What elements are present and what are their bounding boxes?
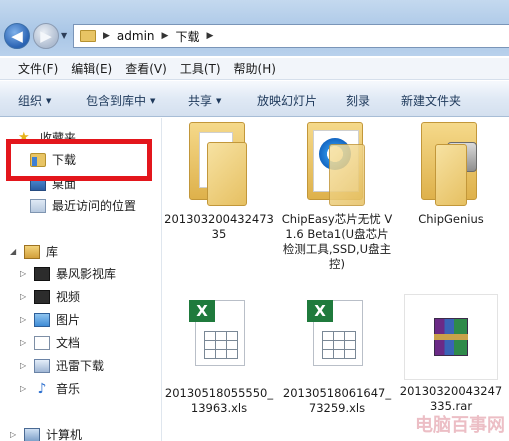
sidebar-item-label: 暴风影视库 — [56, 267, 117, 281]
dropdown-arrow-icon: ▼ — [46, 96, 52, 105]
sidebar-item-computer[interactable]: ▷ 计算机 — [10, 426, 82, 441]
command-bar: 组织 ▼ 包含到库中 ▼ 共享 ▼ 放映幻灯片 刻录 新建文件夹 — [0, 81, 509, 117]
share-button[interactable]: 共享 ▼ — [188, 92, 221, 109]
sidebar-item-label: 计算机 — [46, 428, 83, 441]
sidebar-item-thunder-downloads[interactable]: ▷ 迅雷下载 — [20, 357, 104, 374]
file-name: 20130320043247335 — [164, 212, 274, 241]
expand-arrow-icon[interactable]: ▷ — [20, 292, 30, 301]
include-library-button[interactable]: 包含到库中 ▼ — [86, 92, 155, 109]
computer-icon — [24, 427, 40, 441]
excel-x-icon: X — [307, 300, 333, 322]
menu-help[interactable]: 帮助(H) — [234, 60, 276, 77]
file-item[interactable]: 20130320043247335 — [163, 122, 275, 242]
excel-x-icon: X — [189, 300, 215, 322]
library-header-label: 库 — [46, 245, 59, 259]
organize-label: 组织 — [18, 94, 43, 108]
sidebar-item-recent-places[interactable]: 最近访问的位置 — [30, 197, 136, 214]
file-name: 20130518061647_73259.xls — [282, 386, 392, 415]
breadcrumb-admin[interactable]: admin — [117, 29, 155, 43]
ie-folder-icon — [307, 122, 367, 208]
documents-icon — [34, 335, 50, 350]
rar-archive-icon — [404, 294, 498, 380]
dropdown-arrow-icon: ▼ — [150, 96, 156, 105]
video-library-icon — [34, 266, 50, 281]
usb-folder-icon — [421, 122, 481, 208]
file-item[interactable]: ChipEasy芯片无忧 V1.6 Beta1(U盘芯片检测工具,SSD,U盘主… — [281, 122, 393, 272]
forward-button[interactable]: ▶ — [33, 23, 59, 49]
highlight-box — [6, 139, 152, 181]
sidebar-item-videos[interactable]: ▷ 视频 — [20, 288, 80, 305]
sidebar-item-baofeng[interactable]: ▷ 暴风影视库 — [20, 265, 116, 282]
forward-arrow-icon: ▶ — [40, 27, 52, 45]
file-name: ChipEasy芯片无忧 V1.6 Beta1(U盘芯片检测工具,SSD,U盘主… — [281, 212, 393, 271]
breadcrumb-downloads[interactable]: 下载 — [175, 28, 199, 45]
expand-arrow-icon[interactable]: ▷ — [20, 315, 30, 324]
file-name: 20130518055550_13963.xls — [164, 386, 274, 415]
file-item[interactable]: 20130320043247335.rar — [399, 294, 503, 414]
menu-edit[interactable]: 编辑(E) — [71, 60, 112, 77]
chevron-right-icon[interactable]: ▶ — [206, 31, 213, 41]
expand-arrow-icon[interactable]: ▷ — [20, 361, 30, 370]
title-bar: ◀ ▶ ▼ ▶ admin ▶ 下载 ▶ — [0, 0, 509, 56]
folder-icon — [189, 122, 249, 208]
file-item[interactable]: X 20130518055550_13963.xls — [163, 296, 275, 416]
sidebar-item-label: 图片 — [56, 313, 81, 327]
expand-arrow-icon[interactable]: ▷ — [20, 338, 30, 347]
burn-label: 刻录 — [346, 94, 371, 108]
video-icon — [34, 289, 50, 304]
excel-file-icon: X — [189, 296, 249, 382]
file-name: 20130320043247335.rar — [399, 384, 503, 413]
new-folder-button[interactable]: 新建文件夹 — [401, 92, 461, 109]
sidebar-item-label: 音乐 — [56, 382, 81, 396]
excel-file-icon: X — [307, 296, 367, 382]
expand-arrow-icon[interactable]: ▷ — [20, 384, 30, 393]
burn-button[interactable]: 刻录 — [346, 92, 370, 109]
sidebar-item-label: 迅雷下载 — [56, 359, 105, 373]
dropdown-arrow-icon: ▼ — [216, 96, 222, 105]
library-icon — [24, 244, 40, 259]
watermark: 电脑百事网 — [415, 415, 505, 436]
slideshow-label: 放映幻灯片 — [257, 94, 318, 108]
chevron-right-icon[interactable]: ▶ — [162, 31, 169, 41]
sidebar-item-label: 最近访问的位置 — [52, 199, 137, 213]
file-item[interactable]: ChipGenius — [399, 122, 503, 227]
back-button[interactable]: ◀ — [4, 23, 30, 49]
organize-button[interactable]: 组织 ▼ — [18, 92, 51, 109]
library-header[interactable]: ◢ 库 — [10, 243, 58, 260]
back-arrow-icon: ◀ — [11, 27, 23, 45]
pictures-icon — [34, 312, 50, 327]
expand-arrow-icon[interactable]: ▷ — [20, 269, 30, 278]
recent-places-icon — [30, 198, 46, 213]
slideshow-button[interactable]: 放映幻灯片 — [257, 92, 317, 109]
sidebar-item-label: 文档 — [56, 336, 81, 350]
music-note-icon: ♪ — [37, 380, 47, 397]
collapse-arrow-icon[interactable]: ◢ — [10, 247, 20, 256]
menu-file[interactable]: 文件(F) — [18, 60, 58, 77]
sidebar-item-pictures[interactable]: ▷ 图片 — [20, 311, 80, 328]
menu-view[interactable]: 查看(V) — [125, 60, 167, 77]
address-bar[interactable]: ▶ admin ▶ 下载 ▶ — [73, 24, 509, 48]
file-name: ChipGenius — [418, 212, 484, 226]
new-folder-label: 新建文件夹 — [401, 94, 462, 108]
menu-bar: 文件(F) 编辑(E) 查看(V) 工具(T) 帮助(H) — [0, 58, 509, 80]
include-library-label: 包含到库中 — [86, 94, 147, 108]
file-item[interactable]: X 20130518061647_73259.xls — [281, 296, 393, 416]
expand-arrow-icon[interactable]: ▷ — [10, 430, 20, 439]
sidebar-item-label: 视频 — [56, 290, 81, 304]
folder-icon — [80, 30, 96, 42]
sidebar-item-documents[interactable]: ▷ 文档 — [20, 334, 80, 351]
share-label: 共享 — [188, 94, 213, 108]
sidebar-item-music[interactable]: ▷ ♪ 音乐 — [20, 380, 80, 397]
thunder-downloads-icon — [34, 358, 50, 373]
menu-tools[interactable]: 工具(T) — [180, 60, 221, 77]
file-list: 20130320043247335 ChipEasy芯片无忧 V1.6 Beta… — [163, 118, 509, 441]
history-dropdown-icon[interactable]: ▼ — [61, 31, 67, 40]
chevron-right-icon[interactable]: ▶ — [103, 31, 110, 41]
